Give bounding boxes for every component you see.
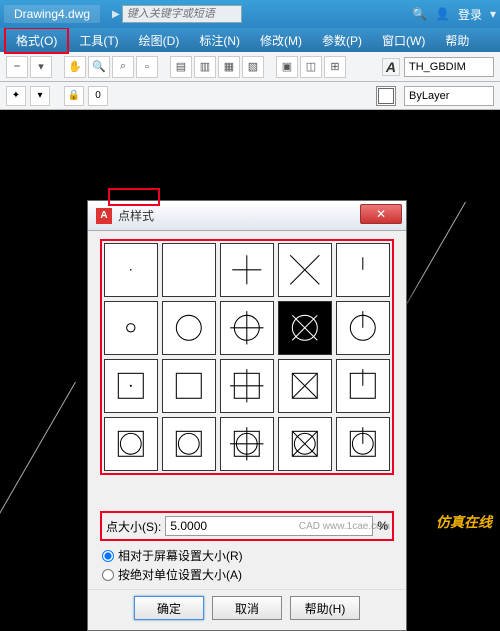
point-style-grid [104,243,390,471]
zoom-window-icon[interactable]: ⌕ [112,56,134,78]
color-swatch[interactable] [376,86,396,106]
point-style-cell[interactable] [220,417,274,471]
layer-icon[interactable]: 0 [88,86,108,106]
point-style-cell[interactable] [278,417,332,471]
arrow-icon: ▶ [112,9,120,20]
title-bar: Drawing4.dwg ▶ 🔍 👤 登录 ▾ [0,0,500,28]
point-style-cell[interactable] [104,417,158,471]
tool-icon[interactable]: ⊞ [324,56,346,78]
menu-help[interactable]: 帮助 [435,29,479,52]
zoom-icon[interactable]: 🔍 [88,56,110,78]
tool-icon[interactable]: ◫ [300,56,322,78]
tool-icon[interactable]: ✦ [6,86,26,106]
menu-bar: 格式(O) 工具(T) 绘图(D) 标注(N) 修改(M) 参数(P) 窗口(W… [0,28,500,52]
cancel-button[interactable]: 取消 [212,596,282,620]
menu-format[interactable]: 格式(O) [4,27,69,54]
user-icon[interactable]: 👤 [435,7,450,21]
point-style-cell[interactable] [162,359,216,413]
point-style-cell[interactable] [104,359,158,413]
point-style-cell[interactable] [336,301,390,355]
help-button[interactable]: 帮助(H) [290,596,360,620]
tool-icon[interactable]: ⎯ [6,56,28,78]
point-style-cell[interactable] [162,301,216,355]
radio-absolute-units[interactable] [102,569,114,581]
point-style-cell[interactable] [278,243,332,297]
point-size-label: 点大小(S): [106,518,161,535]
drawn-line [0,382,76,538]
point-style-cell[interactable] [162,417,216,471]
point-style-cell[interactable] [220,301,274,355]
lock-icon[interactable]: 🔒 [64,86,84,106]
radio-relative-screen[interactable] [102,550,114,562]
point-style-cell[interactable] [104,301,158,355]
menu-modify[interactable]: 修改(M) [250,29,312,52]
menu-parametric[interactable]: 参数(P) [312,29,372,52]
dialog-buttons: 确定 取消 帮助(H) [88,589,406,630]
point-style-cell[interactable] [336,243,390,297]
radio-absolute-label: 按绝对单位设置大小(A) [118,566,242,583]
menu-window[interactable]: 窗口(W) [372,29,435,52]
tool-icon[interactable]: ▫ [136,56,158,78]
point-style-cell[interactable] [104,243,158,297]
tool-icon[interactable]: ▾ [30,86,50,106]
text-style-icon[interactable]: A [382,58,400,76]
pan-icon[interactable]: ✋ [64,56,86,78]
radio-relative-label: 相对于屏幕设置大小(R) [118,547,243,564]
search-input[interactable] [122,5,242,23]
ok-button[interactable]: 确定 [134,596,204,620]
size-mode-group: 相对于屏幕设置大小(R) 按绝对单位设置大小(A) [102,547,392,583]
point-style-dialog: A 点样式 ✕ [87,200,407,631]
highlight-box [108,188,160,206]
toolbar-1: ⎯ ▾ ✋ 🔍 ⌕ ▫ ▤ ▥ ▦ ▧ ▣ ◫ ⊞ A [0,52,500,82]
highlight-box [100,239,394,475]
point-style-cell[interactable] [220,243,274,297]
tool-icon[interactable]: ▥ [194,56,216,78]
toolbar-2: ✦ ▾ 🔒 0 [0,82,500,110]
layer-combo[interactable] [404,86,494,106]
menu-draw[interactable]: 绘图(D) [129,29,190,52]
point-style-cell[interactable] [278,359,332,413]
point-style-cell[interactable] [336,359,390,413]
tool-icon[interactable]: ▧ [242,56,264,78]
menu-dimension[interactable]: 标注(N) [189,29,250,52]
watermark-url: CAD www.1cae.com [299,521,390,532]
watermark-text: 仿真在线 [436,512,492,532]
login-label[interactable]: 登录 [458,6,482,23]
dialog-title: 点样式 [118,207,154,224]
tool-icon[interactable]: ▦ [218,56,240,78]
menu-tools[interactable]: 工具(T) [69,29,128,52]
document-title: Drawing4.dwg [4,5,100,23]
app-icon: A [96,208,112,224]
point-style-cell-selected[interactable] [278,301,332,355]
dropdown-icon[interactable]: ▾ [490,7,496,21]
tool-icon[interactable]: ▤ [170,56,192,78]
point-style-cell[interactable] [336,417,390,471]
binoculars-icon[interactable]: 🔍 [412,7,427,21]
dim-style-combo[interactable] [404,57,494,77]
tool-icon[interactable]: ▾ [30,56,52,78]
close-icon[interactable]: ✕ [360,204,402,224]
tool-icon[interactable]: ▣ [276,56,298,78]
point-style-cell[interactable] [220,359,274,413]
point-style-cell[interactable] [162,243,216,297]
